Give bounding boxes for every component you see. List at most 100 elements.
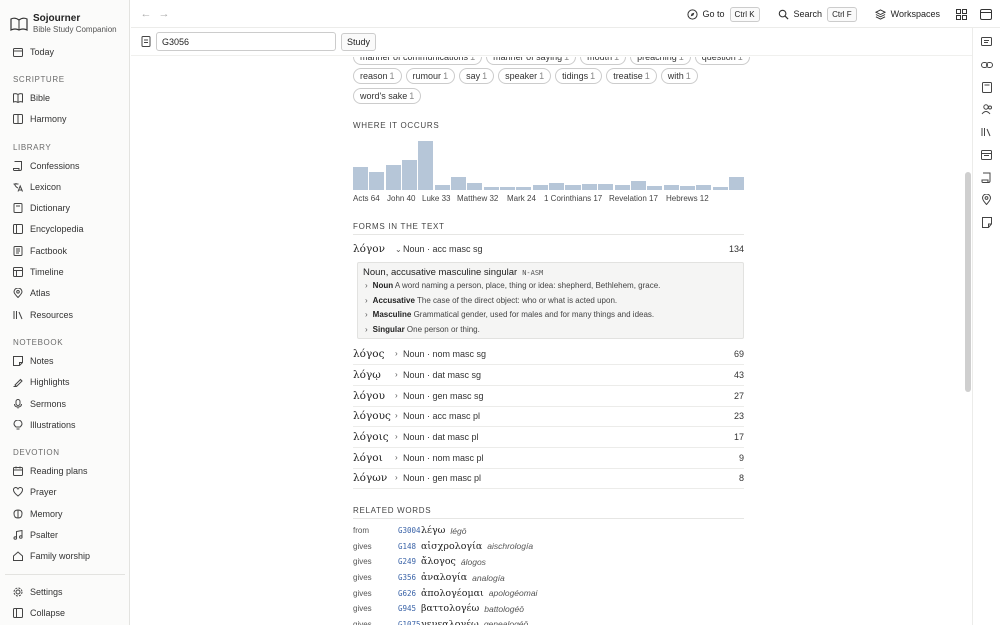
translation-chip[interactable]: speaker 1 xyxy=(498,68,552,84)
sidebar-item-family-worship[interactable]: Family worship xyxy=(0,546,130,567)
parsing-detail-line[interactable]: › Noun A word naming a person, place, thi… xyxy=(365,281,660,290)
occurrence-bar[interactable] xyxy=(500,187,516,190)
sidebar-item-confessions[interactable]: Confessions xyxy=(0,155,130,176)
occurrence-bar[interactable] xyxy=(728,177,744,190)
goto-button[interactable]: Go to Ctrl K xyxy=(686,6,760,22)
sidebar-item-timeline[interactable]: Timeline xyxy=(0,261,130,282)
search-button[interactable]: Search Ctrl F xyxy=(778,6,857,22)
related-word-row[interactable]: gives G148 αἰσχρολογία aischrología xyxy=(353,539,533,555)
related-word-row[interactable]: gives G1075 γενεαλογέω genealogéō xyxy=(353,617,528,625)
sidebar-item-today[interactable]: Today xyxy=(0,41,130,62)
scrollbar-thumb[interactable] xyxy=(965,172,971,392)
chevron-right-icon[interactable]: › xyxy=(395,453,403,462)
strongs-link[interactable]: G626 xyxy=(398,589,421,598)
related-word-row[interactable]: gives G249 ἄλογος álogos xyxy=(353,554,486,570)
occurrence-bar[interactable] xyxy=(565,185,581,190)
sidebar-item-memory[interactable]: Memory xyxy=(0,503,130,524)
occurrence-bar[interactable] xyxy=(434,184,450,190)
grid-layout-button[interactable] xyxy=(950,8,972,20)
sidebar-item-prayer[interactable]: Prayer xyxy=(0,482,130,503)
occurrence-bar[interactable] xyxy=(679,186,695,190)
related-word-row[interactable]: gives G626 ἀπολογέομαι apologéomai xyxy=(353,585,537,601)
translation-chip[interactable]: manner of communications 1 xyxy=(353,57,483,65)
chevron-down-icon[interactable]: ⌄ xyxy=(395,245,403,254)
translation-chip[interactable]: tidings 1 xyxy=(555,68,603,84)
sidebar-item-settings[interactable]: Settings xyxy=(0,581,130,602)
occurrence-bar[interactable] xyxy=(483,187,499,190)
chevron-right-icon[interactable]: › xyxy=(395,391,403,400)
form-row[interactable]: λόγοις › Noun · dat masc pl 17 xyxy=(353,427,744,448)
occurrence-bar[interactable] xyxy=(696,184,712,190)
rail-map[interactable] xyxy=(973,189,1000,212)
rail-scroll[interactable] xyxy=(973,166,1000,189)
main-scrollbar[interactable] xyxy=(964,60,972,625)
translation-chip[interactable]: say 1 xyxy=(459,68,495,84)
rail-people[interactable] xyxy=(973,99,1000,122)
rail-library[interactable] xyxy=(973,121,1000,144)
rail-links[interactable] xyxy=(973,54,1000,77)
occurrence-bar[interactable] xyxy=(549,183,565,190)
occurrence-bar[interactable] xyxy=(353,166,369,190)
strongs-link[interactable]: G249 xyxy=(398,557,421,566)
occurrence-bar[interactable] xyxy=(532,184,548,190)
strongs-link[interactable]: G148 xyxy=(398,542,421,551)
workspaces-button[interactable]: Workspaces xyxy=(874,8,940,20)
chevron-right-icon[interactable]: › xyxy=(395,370,403,379)
occurrence-bar[interactable] xyxy=(663,185,679,190)
parsing-detail-line[interactable]: › Accusative The case of the direct objec… xyxy=(365,296,617,305)
chevron-right-icon[interactable]: › xyxy=(395,349,403,358)
occurrence-bar[interactable] xyxy=(630,181,646,190)
occurrence-bar[interactable] xyxy=(369,171,385,190)
sidebar-item-highlights[interactable]: Highlights xyxy=(0,372,130,393)
translation-chip[interactable]: reason 1 xyxy=(353,68,402,84)
sidebar-item-psalter[interactable]: Psalter xyxy=(0,524,130,545)
sidebar-item-sermons[interactable]: Sermons xyxy=(0,393,130,414)
chevron-right-icon[interactable]: › xyxy=(395,411,403,420)
occurrence-bar[interactable] xyxy=(516,186,532,190)
related-word-row[interactable]: from G3004 λέγω légō xyxy=(353,523,466,539)
translation-chip[interactable]: word's sake 1 xyxy=(353,88,422,104)
sidebar-item-resources[interactable]: Resources xyxy=(0,304,130,325)
sidebar-item-notes[interactable]: Notes xyxy=(0,350,130,371)
translation-chip[interactable]: mouth 1 xyxy=(580,57,627,65)
form-row[interactable]: λόγων › Noun · gen masc pl 8 xyxy=(353,468,744,489)
sidebar-item-atlas[interactable]: Atlas xyxy=(0,283,130,304)
parsing-detail-line[interactable]: › Masculine Grammatical gender, used for … xyxy=(365,310,654,319)
form-row[interactable]: λόγος › Noun · nom masc sg 69 xyxy=(353,344,744,365)
rail-bookmarks[interactable] xyxy=(973,76,1000,99)
sidebar-item-bible[interactable]: Bible xyxy=(0,87,130,108)
occurrence-bar[interactable] xyxy=(385,165,401,190)
sidebar-item-reading-plans[interactable]: Reading plans xyxy=(0,460,130,481)
panel-toggle-button[interactable] xyxy=(972,8,1000,20)
chevron-right-icon[interactable]: › xyxy=(395,432,403,441)
occurrence-bar[interactable] xyxy=(418,140,434,190)
back-arrow-icon[interactable]: ← xyxy=(140,8,152,20)
strongs-link[interactable]: G3004 xyxy=(398,526,421,535)
chevron-right-icon[interactable]: › xyxy=(395,473,403,482)
form-row[interactable]: λόγου › Noun · gen masc sg 27 xyxy=(353,386,744,407)
related-word-row[interactable]: gives G945 βαττολογέω battologéō xyxy=(353,601,524,617)
translation-chip[interactable]: preaching 1 xyxy=(630,57,691,65)
form-row[interactable]: λόγον ⌄ Noun · acc masc sg 134 xyxy=(353,239,744,260)
sidebar-item-illustrations[interactable]: Illustrations xyxy=(0,414,130,435)
occurrence-bar[interactable] xyxy=(712,186,728,190)
translation-chip[interactable]: manner of saying 1 xyxy=(486,57,577,65)
sidebar-item-factbook[interactable]: Factbook xyxy=(0,240,130,261)
sidebar-item-dictionary[interactable]: Dictionary xyxy=(0,197,130,218)
rail-notes[interactable] xyxy=(973,211,1000,234)
occurrence-bar[interactable] xyxy=(647,185,663,190)
occurrence-bar[interactable] xyxy=(581,184,597,190)
translation-chip[interactable]: rumour 1 xyxy=(405,68,456,84)
sidebar-item-lexicon[interactable]: Lexicon xyxy=(0,176,130,197)
sidebar-item-encyclopedia[interactable]: Encyclopedia xyxy=(0,219,130,240)
strongs-link[interactable]: G945 xyxy=(398,604,421,613)
translation-chip[interactable]: treatise 1 xyxy=(606,68,657,84)
strongs-link[interactable]: G1075 xyxy=(398,620,421,625)
parsing-detail-line[interactable]: › Singular One person or thing. xyxy=(365,325,480,334)
occurrence-bar[interactable] xyxy=(451,177,467,190)
rail-calendar[interactable] xyxy=(973,144,1000,167)
occurrence-bar[interactable] xyxy=(614,185,630,190)
translation-chip[interactable]: question 1 xyxy=(694,57,750,65)
occurrence-bar[interactable] xyxy=(467,183,483,190)
form-row[interactable]: λόγῳ › Noun · dat masc sg 43 xyxy=(353,365,744,386)
